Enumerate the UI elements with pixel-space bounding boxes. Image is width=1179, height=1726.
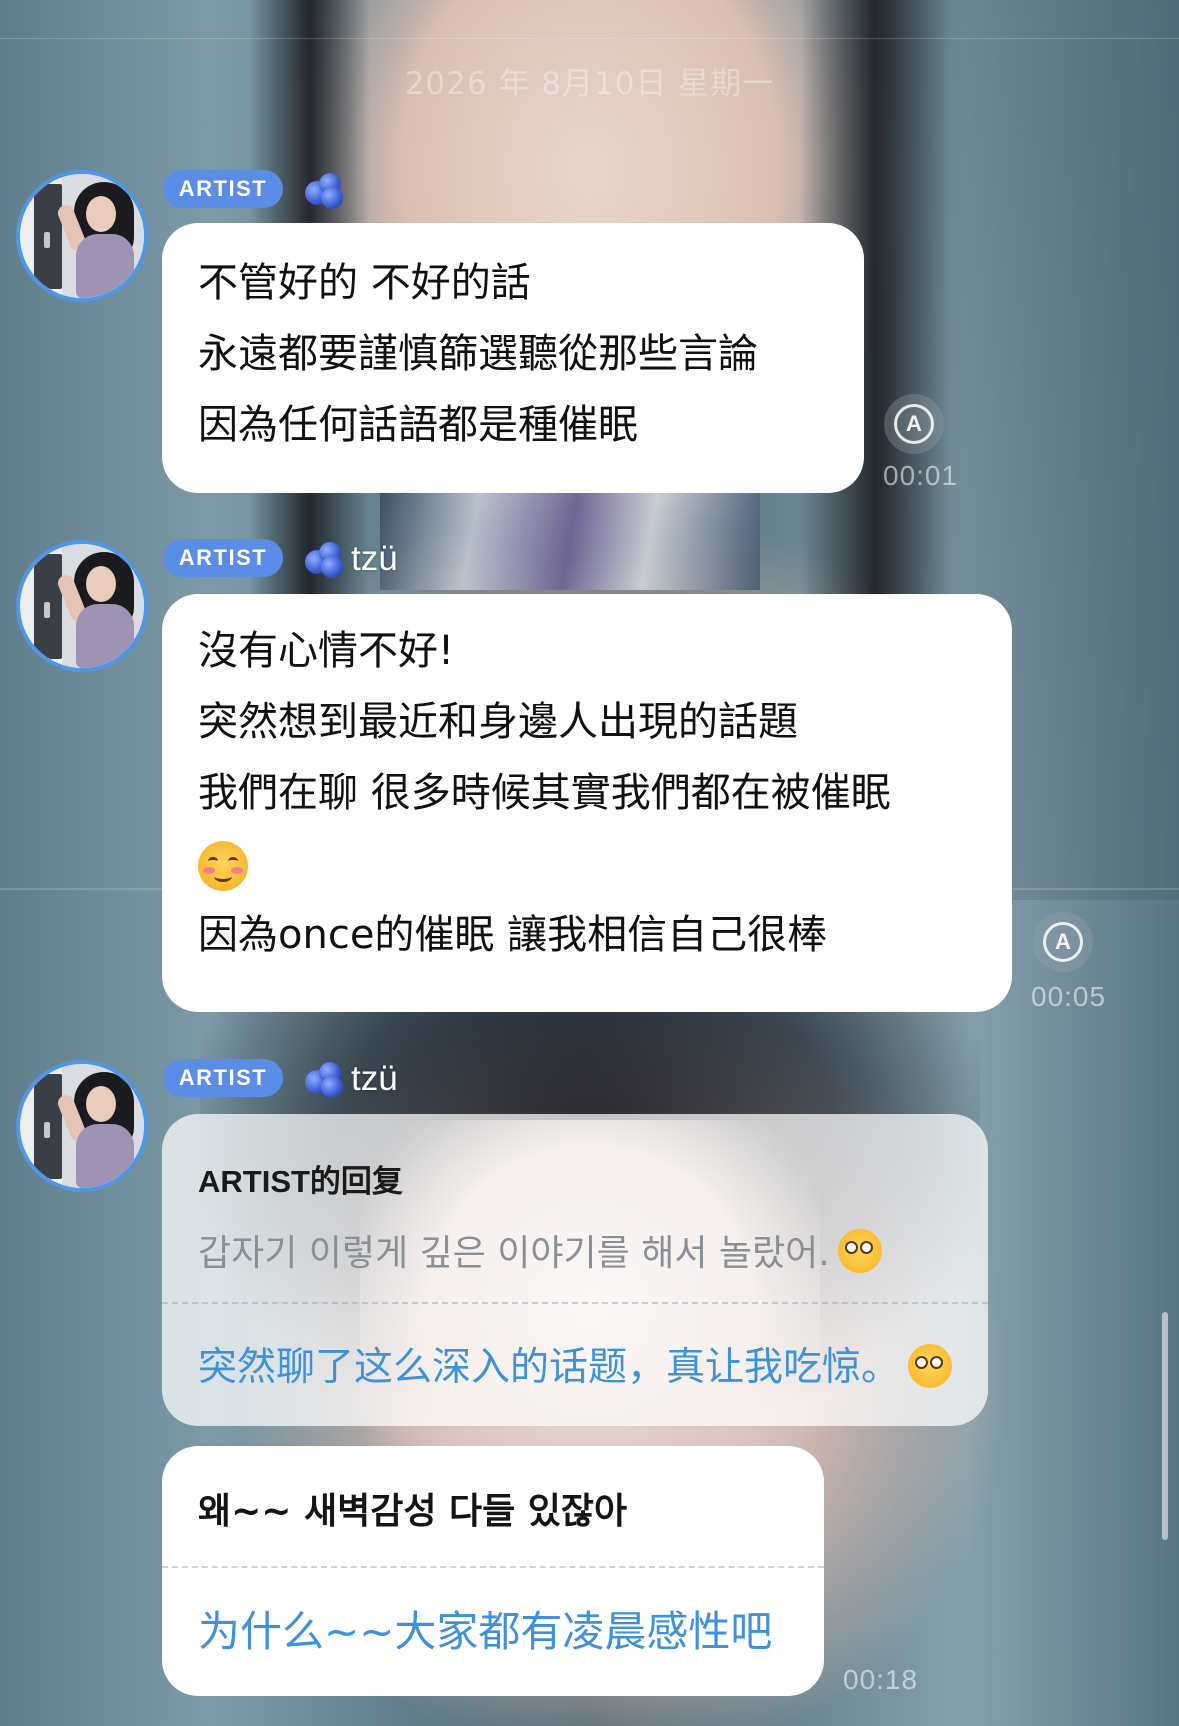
translate-icon: A xyxy=(1043,922,1083,962)
reply-bubble[interactable]: ARTIST的回复 갑자기 이렇게 깊은 이야기를 해서 놀랐어. 突然聊了这么… xyxy=(162,1114,988,1426)
message-line: 永遠都要謹慎篩選聽從那些言論 xyxy=(198,331,758,377)
smiling-face-emoji xyxy=(198,841,248,891)
message-time: 00:01 xyxy=(883,460,959,491)
message-time: 00:18 xyxy=(843,1664,919,1695)
artist-badge: ARTIST xyxy=(163,539,283,577)
message-bubble[interactable]: 沒有心情不好! 突然想到最近和身邊人出現的話題 我們在聊 很多時候其實我們都在被… xyxy=(162,594,1012,1012)
message-line: 突然想到最近和身邊人出現的話題 xyxy=(198,699,798,745)
translate-button[interactable]: A xyxy=(884,394,944,454)
reply-original-text: 갑자기 이렇게 깊은 이야기를 해서 놀랐어. xyxy=(198,1224,882,1276)
message-original-text: 왜~~ 새벽감성 다들 있잖아 xyxy=(198,1491,628,1532)
avatar[interactable] xyxy=(16,540,148,672)
message-bubble[interactable]: 不管好的 不好的話 永遠都要謹慎篩選聽從那些言論 因為任何話語都是種催眠 xyxy=(162,223,864,493)
translate-button[interactable]: A xyxy=(1033,912,1093,972)
message-line: 因為任何話語都是種催眠 xyxy=(198,402,638,448)
message-bubble[interactable]: 왜~~ 새벽감성 다들 있잖아 为什么~~大家都有凌晨感性吧 xyxy=(162,1446,824,1696)
blueberry-icon xyxy=(305,540,345,578)
nickname: tzü xyxy=(305,1057,398,1101)
reply-divider xyxy=(162,1302,988,1304)
blueberry-icon xyxy=(305,171,345,209)
scrollbar[interactable] xyxy=(1162,1312,1168,1540)
nickname: tzü xyxy=(305,537,398,581)
message-line: 因為once的催眠 讓我相信自己很棒 xyxy=(198,912,828,958)
reply-title: ARTIST的回复 xyxy=(198,1164,403,1199)
flushed-face-emoji xyxy=(908,1344,953,1388)
translate-icon: A xyxy=(894,404,934,444)
message-line: 我們在聊 很多時候其實我們都在被催眠 xyxy=(198,770,891,816)
artist-badge: ARTIST xyxy=(163,170,283,208)
nickname xyxy=(305,168,351,212)
blueberry-icon xyxy=(305,1060,345,1098)
message-time: 00:05 xyxy=(1031,981,1107,1012)
date-separator: 2026 年 8月10日 星期一 xyxy=(404,66,775,102)
top-divider xyxy=(0,38,1179,39)
translation-divider xyxy=(162,1566,824,1568)
message-line: 不管好的 不好的話 xyxy=(198,260,531,306)
flushed-face-emoji xyxy=(837,1229,882,1273)
wallpaper-scarf xyxy=(380,490,760,590)
message-line xyxy=(198,829,976,900)
artist-badge: ARTIST xyxy=(163,1059,283,1097)
reply-translation: 突然聊了这么深入的话题，真让我吃惊。 xyxy=(198,1336,953,1392)
avatar[interactable] xyxy=(16,1060,148,1192)
message-translation: 为什么~~大家都有凌晨感性吧 xyxy=(198,1607,773,1656)
avatar[interactable] xyxy=(16,170,148,302)
message-line: 沒有心情不好! xyxy=(198,628,455,674)
